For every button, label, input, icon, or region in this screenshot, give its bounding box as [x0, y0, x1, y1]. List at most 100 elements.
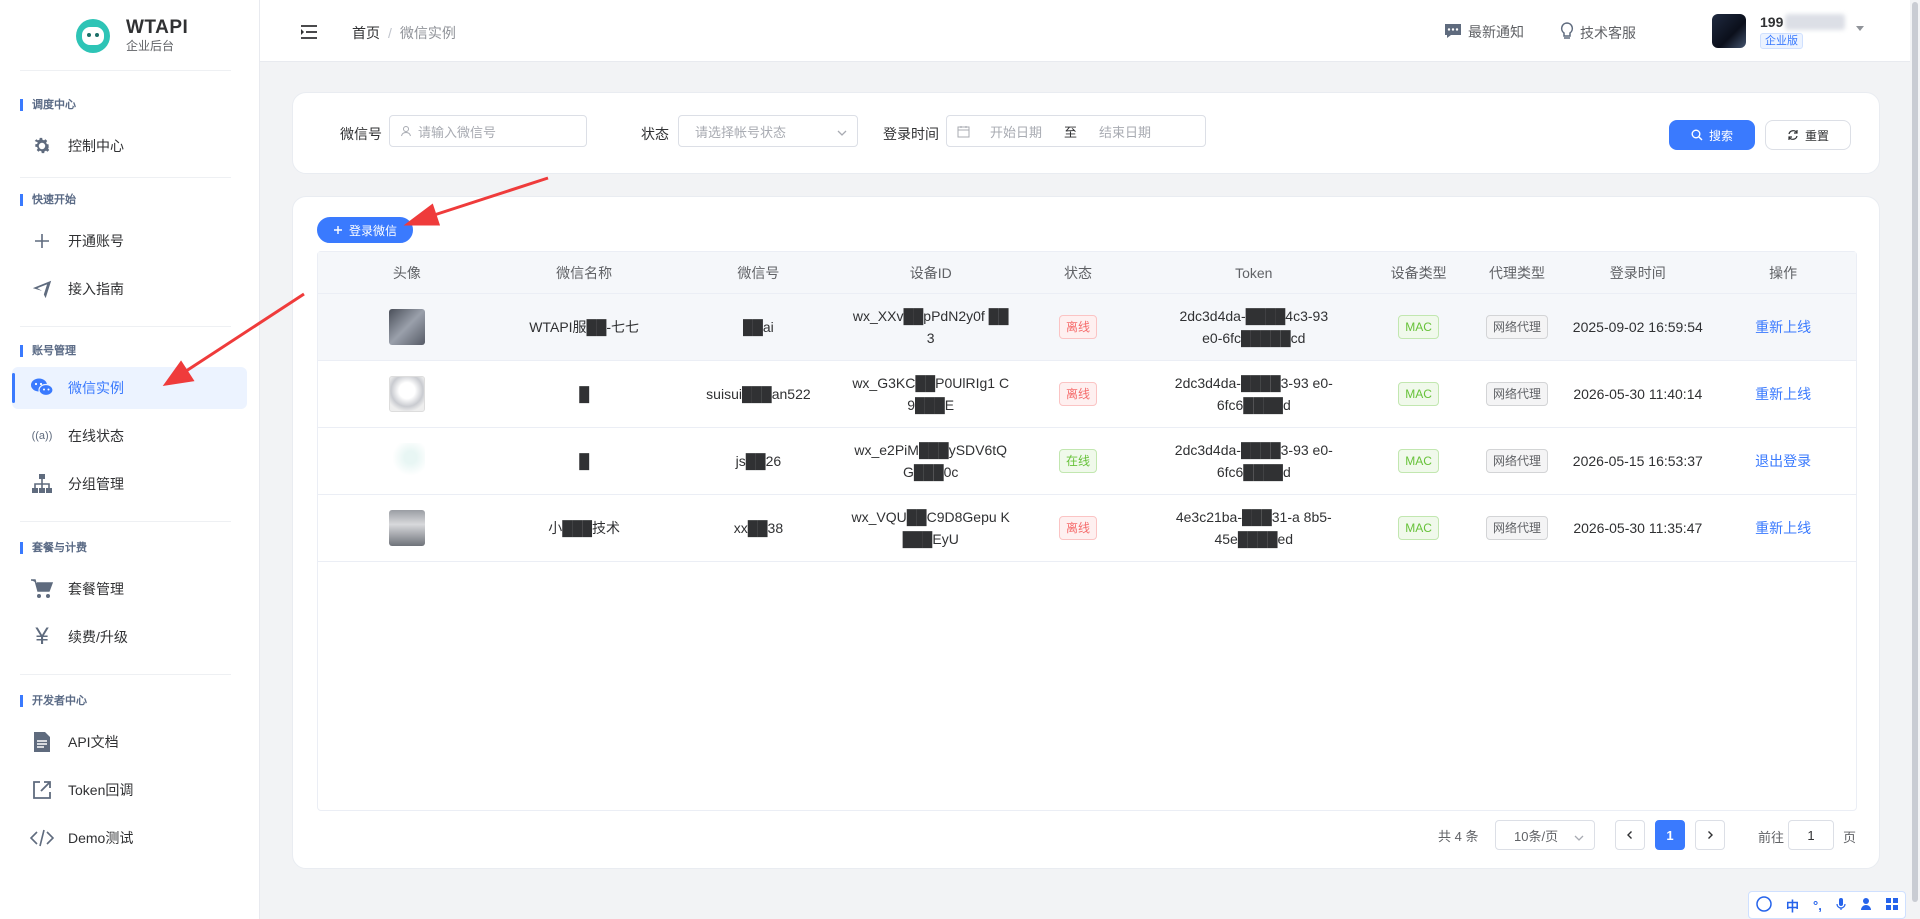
reset-button[interactable]: 重置	[1765, 120, 1851, 150]
logout-link[interactable]: 退出登录	[1755, 450, 1811, 472]
login-time: 2025-09-02 16:59:54	[1572, 319, 1703, 335]
relogin-link[interactable]: 重新上线	[1755, 517, 1811, 539]
wechat-id: xx██38	[733, 520, 784, 536]
page-button-1[interactable]: 1	[1655, 820, 1685, 850]
column-header: 头像	[392, 264, 421, 281]
sidebar-item-api-docs[interactable]: API文档	[12, 721, 247, 763]
proxy-type-badge: 网络代理	[1485, 382, 1548, 406]
document-icon	[30, 730, 54, 754]
wechat-name: 小███技术	[548, 520, 621, 536]
sidebar-item-label: 分组管理	[68, 476, 124, 492]
table-card: 登录微信 头像 微信名称 微信号 设备ID 状态 Token 设备类型 代理类型…	[292, 196, 1880, 869]
login-time: 2026-05-30 11:40:14	[1573, 386, 1703, 402]
avatar	[388, 443, 425, 479]
status-placeholder: 请选择帐号状态	[695, 124, 787, 140]
search-icon	[1691, 129, 1703, 141]
column-header: Token	[1235, 264, 1273, 281]
ime-language[interactable]: 中	[1786, 896, 1799, 915]
user-avatar[interactable]	[1712, 14, 1746, 48]
column-header: 设备类型	[1390, 264, 1447, 281]
plus-icon	[30, 229, 54, 253]
relogin-link[interactable]: 重新上线	[1755, 316, 1811, 338]
signal-icon: ((a))	[31, 430, 53, 442]
login-time: 2026-05-30 11:35:47	[1573, 520, 1703, 536]
sidebar: WTAPI 企业后台 调度中心 控制中心 快速开始 开通账号 接入指南 账号管理…	[0, 0, 260, 919]
sidebar-item-label: 微信实例	[68, 380, 124, 396]
search-button[interactable]: 搜索	[1669, 120, 1755, 150]
section-title-billing: 套餐与计费	[20, 540, 259, 556]
chevron-down-icon	[1574, 831, 1584, 846]
breadcrumb-home[interactable]: 首页	[352, 25, 380, 41]
column-header: 状态	[1064, 264, 1093, 281]
device-type-badge: MAC	[1398, 516, 1439, 540]
ime-punctuation-icon[interactable]: °,	[1813, 898, 1822, 913]
chevron-down-icon[interactable]	[1856, 26, 1864, 31]
refresh-icon	[1787, 129, 1799, 141]
notify-link[interactable]: 最新通知	[1444, 22, 1524, 42]
sidebar-item-package-manage[interactable]: 套餐管理	[12, 568, 247, 610]
sidebar-item-access-guide[interactable]: 接入指南	[12, 268, 247, 310]
code-icon	[30, 826, 54, 850]
grid-icon[interactable]	[1885, 897, 1898, 913]
chevron-down-icon	[837, 126, 847, 141]
user-name[interactable]: 199	[1760, 14, 1783, 30]
column-header: 操作	[1769, 264, 1798, 281]
column-header: 代理类型	[1488, 264, 1545, 281]
message-icon	[1444, 23, 1462, 42]
token-value: 4e3c21ba-███31-a 8b5-45e████ed	[1175, 509, 1332, 547]
device-id: wx_XXv██pPdN2y0f ██3	[852, 308, 1009, 346]
device-type-badge: MAC	[1398, 382, 1439, 406]
page-size-value: 10条/页	[1514, 828, 1559, 844]
wechat-name: WTAPI服██-七七	[529, 319, 640, 335]
chevron-right-icon	[1708, 831, 1713, 839]
plus-icon	[333, 225, 343, 235]
sidebar-item-group-manage[interactable]: 分组管理	[12, 463, 247, 505]
divider	[20, 326, 231, 327]
support-link[interactable]: 技术客服	[1560, 22, 1636, 43]
login-time-label: 登录时间	[883, 126, 939, 142]
bulb-icon	[1560, 22, 1574, 43]
section-title-quick-start: 快速开始	[20, 192, 259, 208]
sidebar-item-token-callback[interactable]: Token回调	[12, 769, 247, 811]
microphone-icon[interactable]	[1836, 897, 1846, 914]
column-header: 设备ID	[909, 264, 952, 281]
token-value: 2dc3d4da-████4c3-93 e0-6fc█████cd	[1179, 308, 1329, 346]
brand-title: WTAPI	[126, 17, 189, 38]
prev-page-button[interactable]	[1615, 820, 1645, 850]
top-header: 首页 / 微信实例 最新通知 技术客服 199 企业版	[260, 0, 1920, 62]
vertical-scrollbar[interactable]	[1910, 0, 1920, 919]
device-type-badge: MAC	[1398, 449, 1439, 473]
user-icon[interactable]	[1860, 897, 1872, 914]
sidebar-item-online-status[interactable]: ((a)) 在线状态	[12, 415, 247, 457]
sidebar-item-demo-test[interactable]: Demo测试	[12, 817, 247, 859]
reset-button-label: 重置	[1804, 128, 1829, 143]
table-row: WTAPI服██-七七 ██ai wx_XXv██pPdN2y0f ██3 离线…	[318, 294, 1856, 361]
sidebar-item-renew-upgrade[interactable]: ¥ 续费/升级	[12, 616, 247, 658]
wechat-name: █	[579, 453, 590, 469]
sidebar-item-open-account[interactable]: 开通账号	[12, 220, 247, 262]
yen-icon: ¥	[35, 623, 49, 650]
status-select[interactable]: 请选择帐号状态	[678, 115, 858, 147]
sidebar-item-wechat-instance[interactable]: 微信实例	[12, 367, 247, 409]
proxy-type-badge: 网络代理	[1485, 449, 1548, 473]
wechat-id: suisui███an522	[706, 386, 811, 402]
table-row: 小███技术 xx██38 wx_VQU██C9D8Gepu K███EyU 离…	[318, 495, 1856, 562]
next-page-button[interactable]	[1695, 820, 1725, 850]
date-range-picker[interactable]: 开始日期 至 结束日期	[946, 115, 1206, 147]
sidebar-item-label: Demo测试	[68, 830, 134, 846]
wechat-id-input[interactable]: 请输入微信号	[389, 115, 587, 147]
relogin-link[interactable]: 重新上线	[1755, 383, 1811, 405]
divider	[20, 177, 231, 178]
menu-fold-icon[interactable]	[300, 24, 318, 43]
device-id: wx_VQU██C9D8Gepu K███EyU	[851, 509, 1010, 547]
section-title-dispatch: 调度中心	[20, 97, 259, 113]
sidebar-item-control-center[interactable]: 控制中心	[12, 125, 247, 167]
page-size-select[interactable]: 10条/页	[1495, 820, 1595, 850]
avatar	[388, 376, 425, 412]
ime-toolbar[interactable]: 中 °,	[1748, 891, 1906, 919]
end-date-placeholder: 结束日期	[1099, 124, 1152, 140]
login-wechat-button[interactable]: 登录微信	[317, 217, 413, 243]
wechat-icon	[30, 376, 54, 400]
ime-logo-icon	[1756, 895, 1772, 915]
goto-page-input[interactable]: 1	[1788, 820, 1834, 850]
